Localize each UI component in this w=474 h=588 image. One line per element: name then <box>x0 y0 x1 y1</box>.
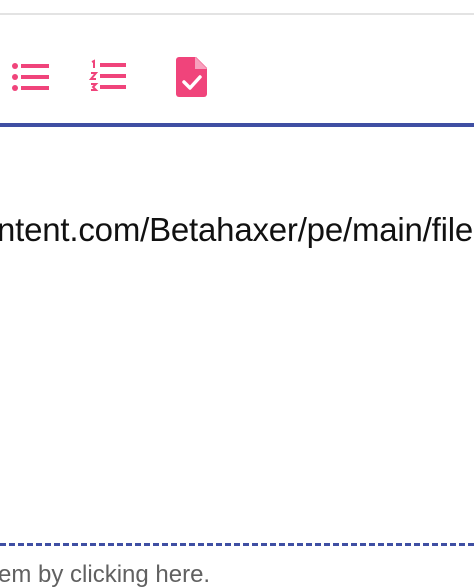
bullet-list-button[interactable] <box>8 55 52 99</box>
task-file-button[interactable] <box>170 55 214 99</box>
numbered-list-icon <box>88 59 128 95</box>
click-here-hint[interactable]: em by clicking here. <box>0 561 210 588</box>
formatting-toolbar <box>0 15 474 123</box>
numbered-list-button[interactable] <box>86 55 130 99</box>
editor-text[interactable]: ntent.com/Betahaxer/pe/main/file <box>0 210 473 250</box>
bullet-list-icon <box>10 60 50 94</box>
editor-area[interactable]: ntent.com/Betahaxer/pe/main/file <box>0 127 474 543</box>
task-file-icon <box>175 56 209 98</box>
page: ntent.com/Betahaxer/pe/main/file em by c… <box>0 0 474 588</box>
dashed-divider <box>0 543 474 546</box>
